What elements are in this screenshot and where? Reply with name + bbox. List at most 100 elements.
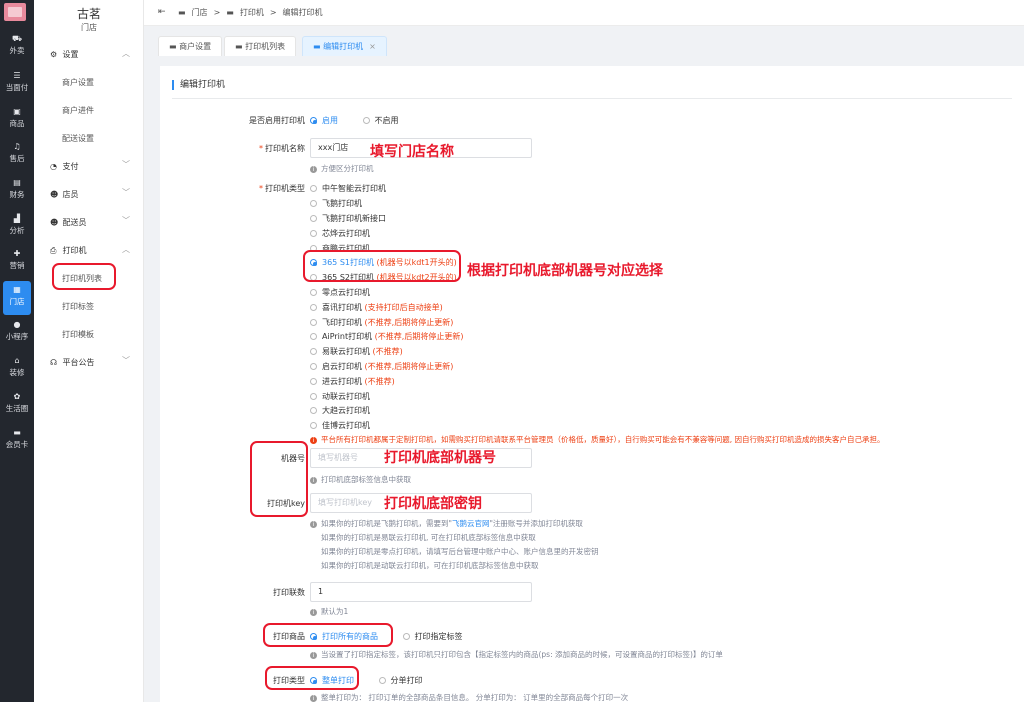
key-tip-2: 如果你的打印机是易联云打印机, 可在打印机底部标签信息中获取 bbox=[321, 533, 536, 542]
store-icon: ▦ bbox=[13, 285, 21, 294]
main-nav-rail: ⛟ 外卖 ☰ 当面付 ▣ 商品 ♫ 售后 ▤ 财务 ▟ 分析 ✚ 营销 ▦ 门店 ● 小程序 ⌂ 装… bbox=[0, 0, 34, 702]
menu-item-merchant-settings[interactable]: 商户设置 bbox=[62, 77, 94, 88]
menu-group-notice[interactable]: ☊ 平台公告 bbox=[50, 357, 95, 368]
goods-tag-radio[interactable]: 打印指定标签 bbox=[402, 632, 463, 641]
radio-icon bbox=[402, 633, 410, 640]
tab-merchant-settings[interactable]: ▬ 商户设置 bbox=[158, 36, 223, 56]
rail-item-takeout[interactable]: ⛟ 外卖 bbox=[0, 34, 34, 56]
collapse-menu-icon[interactable]: ⇤ bbox=[158, 7, 166, 17]
feie-website-link[interactable]: 飞鹅云官网 bbox=[452, 519, 490, 528]
chevron-down-icon: ﹀ bbox=[122, 356, 130, 365]
store-icon: ▬ bbox=[169, 42, 177, 51]
menu-item-print-label[interactable]: 打印标签 bbox=[62, 301, 94, 312]
circle-icon: ✿ bbox=[13, 392, 21, 401]
breadcrumb: ▬ 门店 > ▬ 打印机 > 编辑打印机 bbox=[178, 7, 323, 18]
menu-item-merchant-progress[interactable]: 商户进件 bbox=[62, 105, 94, 116]
radio-icon bbox=[310, 348, 317, 355]
shop-subtitle: 门店 bbox=[81, 23, 97, 32]
radio-checked-icon bbox=[310, 117, 317, 124]
enable-on-radio[interactable]: 启用 bbox=[310, 116, 338, 125]
goods-icon: ▣ bbox=[13, 107, 21, 116]
menu-group-deliverer[interactable]: ☻ 配送员 bbox=[50, 217, 87, 228]
copies-input[interactable]: 1 bbox=[310, 582, 532, 602]
mode-split-radio[interactable]: 分单打印 bbox=[378, 676, 423, 685]
menu-item-delivery-settings[interactable]: 配送设置 bbox=[62, 133, 94, 144]
annotation-machine-number: 打印机底部机器号 bbox=[384, 450, 496, 466]
rail-item-miniprogram[interactable]: ● 小程序 bbox=[0, 320, 34, 342]
info-icon: i bbox=[310, 477, 317, 484]
bar-chart-icon: ▟ bbox=[13, 214, 21, 223]
radio-icon bbox=[310, 215, 317, 222]
rail-item-store[interactable]: ▦ 门店 bbox=[3, 281, 31, 315]
rail-item-marketing[interactable]: ✚ 营销 bbox=[0, 249, 34, 271]
wallet-icon: ▤ bbox=[13, 178, 21, 187]
menu-group-settings[interactable]: ⚙ 设置 bbox=[50, 49, 79, 60]
key-tip-3: 如果你的打印机是零点打印机，请填写后台管理中账户中心、账户信息里的开发密钥 bbox=[321, 547, 599, 556]
type-option-9[interactable]: 喜讯打印机 (支持打印后自动接单) bbox=[310, 302, 443, 313]
type-option-13[interactable]: 启云打印机 (不推荐,后期将停止更新) bbox=[310, 361, 453, 372]
menu-group-printer[interactable]: ⎙ 打印机 bbox=[50, 245, 87, 256]
highlight-goods bbox=[263, 623, 393, 647]
store-submenu: 古茗 门店 ⚙ 设置 ︿ 商户设置 商户进件 配送设置 ◔ 支付 ﹀ ☻ 店员 … bbox=[34, 0, 144, 702]
rail-item-lifecircle[interactable]: ✿ 生活圈 bbox=[0, 392, 34, 414]
mode-tip: i 整单打印为： 打印订单的全部商品条目信息。 分单打印为： 订单里的全部商品每个… bbox=[310, 692, 628, 702]
type-option-4[interactable]: 芯烨云打印机 bbox=[310, 228, 370, 239]
highlight-print-mode bbox=[265, 666, 359, 690]
enable-label: 是否启用打印机 bbox=[249, 116, 305, 125]
gear-icon: ⚙ bbox=[50, 50, 58, 59]
rail-item-membercard[interactable]: ▬ 会员卡 bbox=[0, 428, 34, 450]
printer-icon: ▬ bbox=[235, 42, 243, 51]
menu-group-clerk[interactable]: ☻ 店员 bbox=[50, 189, 79, 200]
type-option-8[interactable]: 零点云打印机 bbox=[310, 287, 370, 298]
type-option-12[interactable]: 易联云打印机 (不推荐) bbox=[310, 346, 403, 357]
radio-icon bbox=[310, 407, 317, 414]
chevron-down-icon: ﹀ bbox=[122, 216, 130, 225]
breadcrumb-sep: > bbox=[213, 8, 221, 17]
headset-icon: ♫ bbox=[13, 142, 21, 151]
rail-item-aftersale[interactable]: ♫ 售后 bbox=[0, 142, 34, 164]
type-option-16[interactable]: 大趋云打印机 bbox=[310, 405, 370, 416]
rail-item-analysis[interactable]: ▟ 分析 bbox=[0, 214, 34, 236]
wechat-icon: ● bbox=[13, 320, 21, 329]
type-option-3[interactable]: 飞鹅打印机新接口 bbox=[310, 213, 386, 224]
radio-icon bbox=[310, 393, 317, 400]
rail-item-pay[interactable]: ☰ 当面付 bbox=[0, 71, 34, 93]
rail-item-decorate[interactable]: ⌂ 装修 bbox=[0, 356, 34, 378]
type-option-14[interactable]: 进云打印机 (不推荐) bbox=[310, 376, 395, 387]
copies-label: 打印联数 bbox=[273, 588, 305, 597]
shop-name: 古茗 bbox=[76, 7, 101, 21]
radio-icon bbox=[310, 289, 317, 296]
menu-group-payment[interactable]: ◔ 支付 bbox=[50, 161, 79, 172]
rail-item-goods[interactable]: ▣ 商品 bbox=[0, 107, 34, 129]
key-tip-4: 如果你的打印机是动联云打印机，可在打印机底部标签信息中获取 bbox=[321, 561, 539, 570]
type-option-2[interactable]: 飞鹅打印机 bbox=[310, 198, 362, 209]
radio-icon bbox=[310, 185, 317, 192]
enable-radio-group: 启用 不启用 bbox=[310, 115, 399, 126]
annotation-machine-key: 打印机底部密钥 bbox=[384, 496, 482, 512]
radio-icon bbox=[310, 230, 317, 237]
tab-edit-printer[interactable]: ▬ 编辑打印机 × bbox=[302, 36, 387, 56]
app-logo bbox=[4, 3, 26, 21]
type-option-10[interactable]: 飞印打印机 (不推荐,后期将停止更新) bbox=[310, 317, 453, 328]
goods-tip: i 当设置了打印指定标签，该打印机只打印包含【指定标签内的商品(ps: 添加商品的… bbox=[310, 649, 723, 660]
type-option-17[interactable]: 佳博云打印机 bbox=[310, 420, 370, 431]
type-option-1[interactable]: 中午智能云打印机 bbox=[310, 183, 386, 194]
type-option-11[interactable]: AiPrint打印机 (不推荐,后期将停止更新) bbox=[310, 331, 463, 342]
divider bbox=[172, 98, 1012, 99]
breadcrumb-printer[interactable]: 打印机 bbox=[240, 7, 264, 18]
breadcrumb-store[interactable]: 门店 bbox=[192, 7, 208, 18]
tab-printer-list[interactable]: ▬ 打印机列表 bbox=[224, 36, 297, 56]
user-icon: ☻ bbox=[50, 190, 59, 199]
close-icon[interactable]: × bbox=[369, 42, 376, 51]
announcement-icon: ☊ bbox=[50, 358, 58, 367]
radio-icon bbox=[310, 200, 317, 207]
breadcrumb-current: 编辑打印机 bbox=[282, 8, 323, 17]
store-icon: ▬ bbox=[178, 8, 186, 17]
rail-item-finance[interactable]: ▤ 财务 bbox=[0, 178, 34, 200]
chevron-up-icon: ︿ bbox=[122, 245, 130, 254]
copies-tip: i 默认为1 bbox=[310, 606, 348, 617]
chevron-down-icon: ﹀ bbox=[122, 160, 130, 169]
type-option-15[interactable]: 动联云打印机 bbox=[310, 391, 370, 402]
enable-off-radio[interactable]: 不启用 bbox=[362, 116, 399, 125]
menu-item-print-template[interactable]: 打印模板 bbox=[62, 329, 94, 340]
